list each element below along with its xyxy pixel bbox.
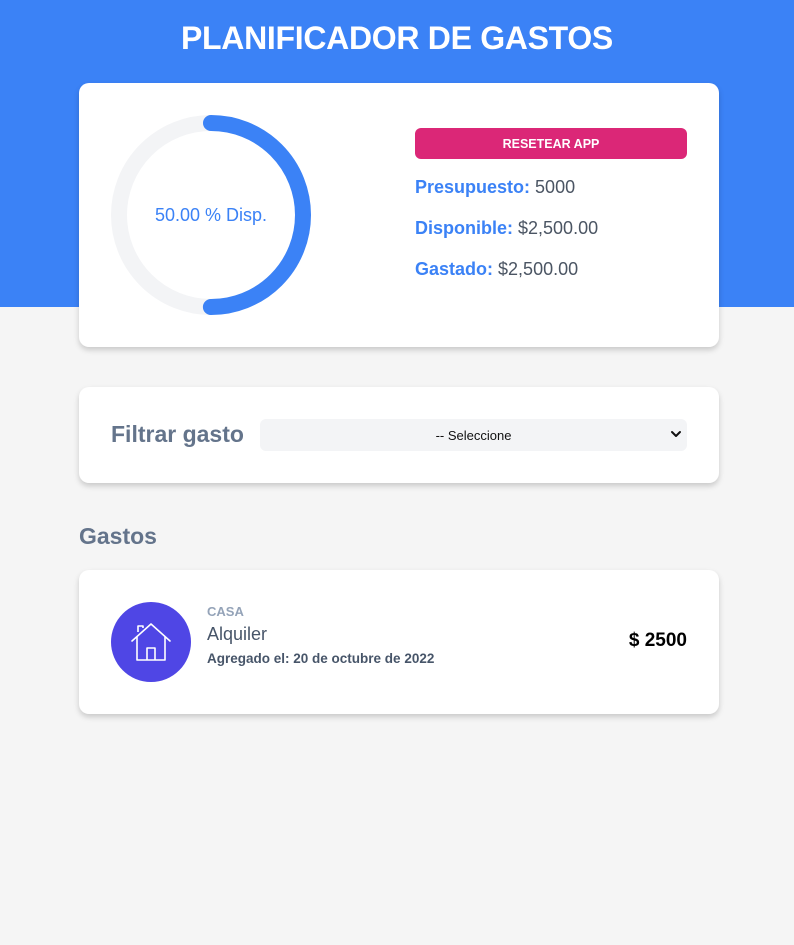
reset-app-button[interactable]: RESETEAR APP bbox=[415, 128, 687, 159]
house-icon-graphic bbox=[131, 623, 171, 661]
expense-date-value: 20 de octubre de 2022 bbox=[293, 651, 435, 666]
budget-spent-label: Gastado: bbox=[415, 259, 494, 279]
budget-available-value: $2,500.00 bbox=[518, 218, 599, 238]
expense-details: CASA Alquiler Agregado el: 20 de octubre… bbox=[207, 604, 434, 666]
budget-total-label: Presupuesto: bbox=[415, 177, 531, 197]
budget-available-label: Disponible: bbox=[415, 218, 513, 238]
expense-name: Alquiler bbox=[207, 624, 268, 644]
filter-label: Filtrar gasto bbox=[111, 421, 244, 447]
app-root: PLANIFICADOR DE GASTOS 50.00 % Disp. RES… bbox=[0, 0, 794, 945]
category-filter-select[interactable]: -- Seleccione bbox=[260, 419, 687, 451]
budget-total-value: 5000 bbox=[535, 177, 576, 197]
budget-available-row: Disponible: $2,500.00 bbox=[415, 208, 687, 249]
budget-card: 50.00 % Disp. RESETEAR APP Presupuesto: … bbox=[79, 83, 719, 347]
page-title: PLANIFICADOR DE GASTOS bbox=[181, 20, 613, 56]
budget-total-row: Presupuesto: 5000 bbox=[415, 167, 687, 208]
budget-spent-value: $2,500.00 bbox=[498, 259, 579, 279]
house-icon bbox=[111, 602, 191, 682]
filter-card: Filtrar gasto -- Seleccione bbox=[79, 387, 719, 483]
budget-summary: RESETEAR APP Presupuesto: 5000 Disponibl… bbox=[415, 128, 687, 290]
expense-amount: $ 2500 bbox=[628, 630, 687, 651]
expense-date: Agregado el: 20 de octubre de 2022 bbox=[207, 651, 434, 666]
expense-date-label: Agregado el: bbox=[207, 651, 290, 666]
expense-list-item[interactable]: CASA Alquiler Agregado el: 20 de octubre… bbox=[79, 570, 719, 714]
budget-progress-ring: 50.00 % Disp. bbox=[111, 115, 311, 315]
expense-category: CASA bbox=[207, 604, 244, 619]
progress-ring-label: 50.00 % Disp. bbox=[154, 204, 268, 225]
expenses-section-title: Gastos bbox=[79, 523, 157, 549]
budget-spent-row: Gastado: $2,500.00 bbox=[415, 249, 687, 290]
